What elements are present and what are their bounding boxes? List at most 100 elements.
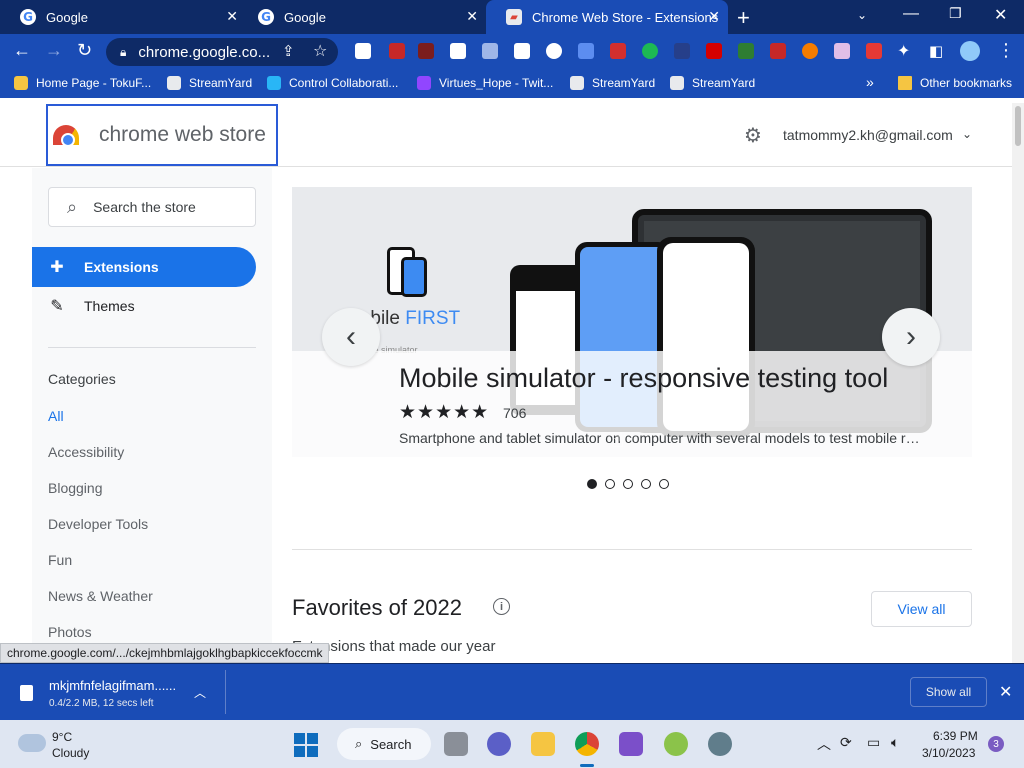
forward-icon[interactable]: →: [45, 40, 63, 61]
clock-date[interactable]: 3/10/2023: [922, 746, 975, 760]
extension-icon[interactable]: [418, 43, 434, 59]
bookmark-item[interactable]: StreamYard: [167, 76, 252, 90]
carousel-prev-button[interactable]: ‹: [322, 308, 380, 366]
tab-web-store[interactable]: ▰ Chrome Web Store - Extensions ✕: [486, 0, 728, 34]
page-scrollbar[interactable]: [1012, 103, 1024, 663]
task-view-icon[interactable]: [444, 732, 468, 756]
category-blogging[interactable]: Blogging: [48, 480, 103, 496]
extension-icon[interactable]: [738, 43, 754, 59]
app-icon[interactable]: [664, 732, 688, 756]
bookmark-item[interactable]: Control Collaborati...: [267, 76, 398, 90]
extension-icon[interactable]: [866, 43, 882, 59]
extension-icon[interactable]: [546, 43, 562, 59]
search-box[interactable]: ⌕: [48, 187, 256, 227]
share-icon[interactable]: ⇪: [282, 42, 295, 60]
extension-icon[interactable]: [610, 43, 626, 59]
category-accessibility[interactable]: Accessibility: [48, 444, 124, 460]
bookmark-item[interactable]: Home Page - TokuF...: [14, 76, 151, 90]
category-fun[interactable]: Fun: [48, 552, 72, 568]
extensions-puzzle-icon[interactable]: ✦: [897, 41, 910, 61]
minimize-icon[interactable]: —: [903, 5, 919, 23]
extension-icon[interactable]: [389, 43, 405, 59]
settings-gear-icon[interactable]: [708, 732, 732, 756]
extension-icon[interactable]: [674, 43, 690, 59]
show-all-button[interactable]: Show all: [910, 677, 987, 707]
bookmark-item[interactable]: StreamYard: [670, 76, 755, 90]
category-developer-tools[interactable]: Developer Tools: [48, 516, 148, 532]
category-photos[interactable]: Photos: [48, 624, 92, 640]
scrollbar-thumb[interactable]: [1015, 106, 1021, 146]
chevron-down-icon[interactable]: ⌄: [962, 127, 972, 141]
search-icon: ⌕: [67, 196, 78, 217]
address-bar[interactable]: 🔒︎ chrome.google.co...: [106, 38, 338, 66]
chevron-up-icon[interactable]: ︿: [817, 734, 831, 754]
reload-icon[interactable]: ↻: [77, 40, 92, 61]
extension-icon[interactable]: [482, 43, 498, 59]
search-input[interactable]: [93, 199, 224, 215]
side-panel-icon[interactable]: ◧: [929, 42, 943, 60]
profile-avatar-icon[interactable]: [960, 41, 980, 61]
bookmark-item[interactable]: StreamYard: [570, 76, 655, 90]
cloud-icon[interactable]: [18, 734, 46, 752]
taskbar-search-button[interactable]: ⌕ Search: [337, 728, 431, 760]
carousel-dot[interactable]: [605, 479, 615, 489]
menu-kebab-icon[interactable]: ⋮: [997, 40, 1015, 61]
brush-icon: ✎: [50, 298, 64, 315]
chrome-icon[interactable]: [575, 732, 599, 756]
carousel-dot[interactable]: [623, 479, 633, 489]
sidebar-item-extensions[interactable]: ✚ Extensions: [32, 247, 256, 287]
tab-search-icon[interactable]: ⌄: [857, 8, 867, 22]
carousel-next-button[interactable]: ›: [882, 308, 940, 366]
chevron-up-icon[interactable]: ︿: [194, 684, 206, 701]
other-bookmarks[interactable]: Other bookmarks: [898, 76, 1012, 90]
sync-icon[interactable]: ⟳: [840, 734, 852, 751]
carousel-dot[interactable]: [587, 479, 597, 489]
bookmark-item[interactable]: Virtues_Hope - Twit...: [417, 76, 553, 90]
extension-icon[interactable]: [514, 43, 530, 59]
featured-banner[interactable]: Mobile FIRST mobile simulator Mobile sim…: [292, 187, 972, 457]
close-icon[interactable]: ✕: [226, 8, 238, 25]
volume-icon[interactable]: 🔈︎: [891, 734, 899, 751]
extension-icon[interactable]: [834, 43, 850, 59]
restore-icon[interactable]: ❐: [949, 5, 962, 22]
extension-icon[interactable]: [802, 43, 818, 59]
back-icon[interactable]: ←: [13, 40, 31, 61]
banner-title[interactable]: Mobile simulator - responsive testing to…: [399, 363, 929, 394]
gear-icon[interactable]: ⚙: [744, 123, 762, 148]
sidebar-item-themes[interactable]: ✎ Themes: [32, 286, 256, 326]
close-icon[interactable]: ✕: [999, 682, 1012, 702]
view-all-button[interactable]: View all: [871, 591, 972, 627]
file-explorer-icon[interactable]: [531, 732, 555, 756]
visual-studio-icon[interactable]: [619, 732, 643, 756]
close-icon[interactable]: ✕: [708, 8, 720, 25]
category-news-weather[interactable]: News & Weather: [48, 588, 153, 604]
weather-condition[interactable]: Cloudy: [52, 746, 89, 760]
tab-google-2[interactable]: G Google ✕: [238, 0, 486, 34]
chat-icon[interactable]: [487, 732, 511, 756]
carousel-dot[interactable]: [659, 479, 669, 489]
clock-time[interactable]: 6:39 PM: [933, 729, 978, 743]
bookmark-label: StreamYard: [692, 76, 756, 90]
extension-icon[interactable]: [770, 43, 786, 59]
carousel-dot[interactable]: [641, 479, 651, 489]
window-close-icon[interactable]: ✕: [994, 5, 1007, 25]
tab-google-1[interactable]: G Google ✕: [0, 0, 246, 34]
extension-icon[interactable]: [355, 43, 371, 59]
extension-icon[interactable]: [450, 43, 466, 59]
account-email[interactable]: tatmommy2.kh@gmail.com: [783, 127, 953, 143]
store-logo[interactable]: chrome web store: [46, 104, 278, 166]
windows-start-icon[interactable]: [294, 733, 318, 757]
download-filename[interactable]: mkjmfnfelagifmam......: [49, 678, 176, 693]
display-icon[interactable]: ▭: [867, 734, 880, 751]
info-icon[interactable]: i: [493, 598, 510, 615]
category-all[interactable]: All: [48, 408, 64, 424]
extension-icon[interactable]: [642, 43, 658, 59]
bookmark-star-icon[interactable]: ☆: [313, 41, 327, 61]
notification-badge[interactable]: 3: [988, 736, 1004, 752]
extension-icon[interactable]: [578, 43, 594, 59]
extension-icon[interactable]: [706, 43, 722, 59]
close-icon[interactable]: ✕: [466, 8, 478, 25]
weather-temp[interactable]: 9°C: [52, 730, 72, 744]
new-tab-icon[interactable]: +: [737, 5, 750, 31]
more-bookmarks-icon[interactable]: »: [866, 74, 874, 90]
